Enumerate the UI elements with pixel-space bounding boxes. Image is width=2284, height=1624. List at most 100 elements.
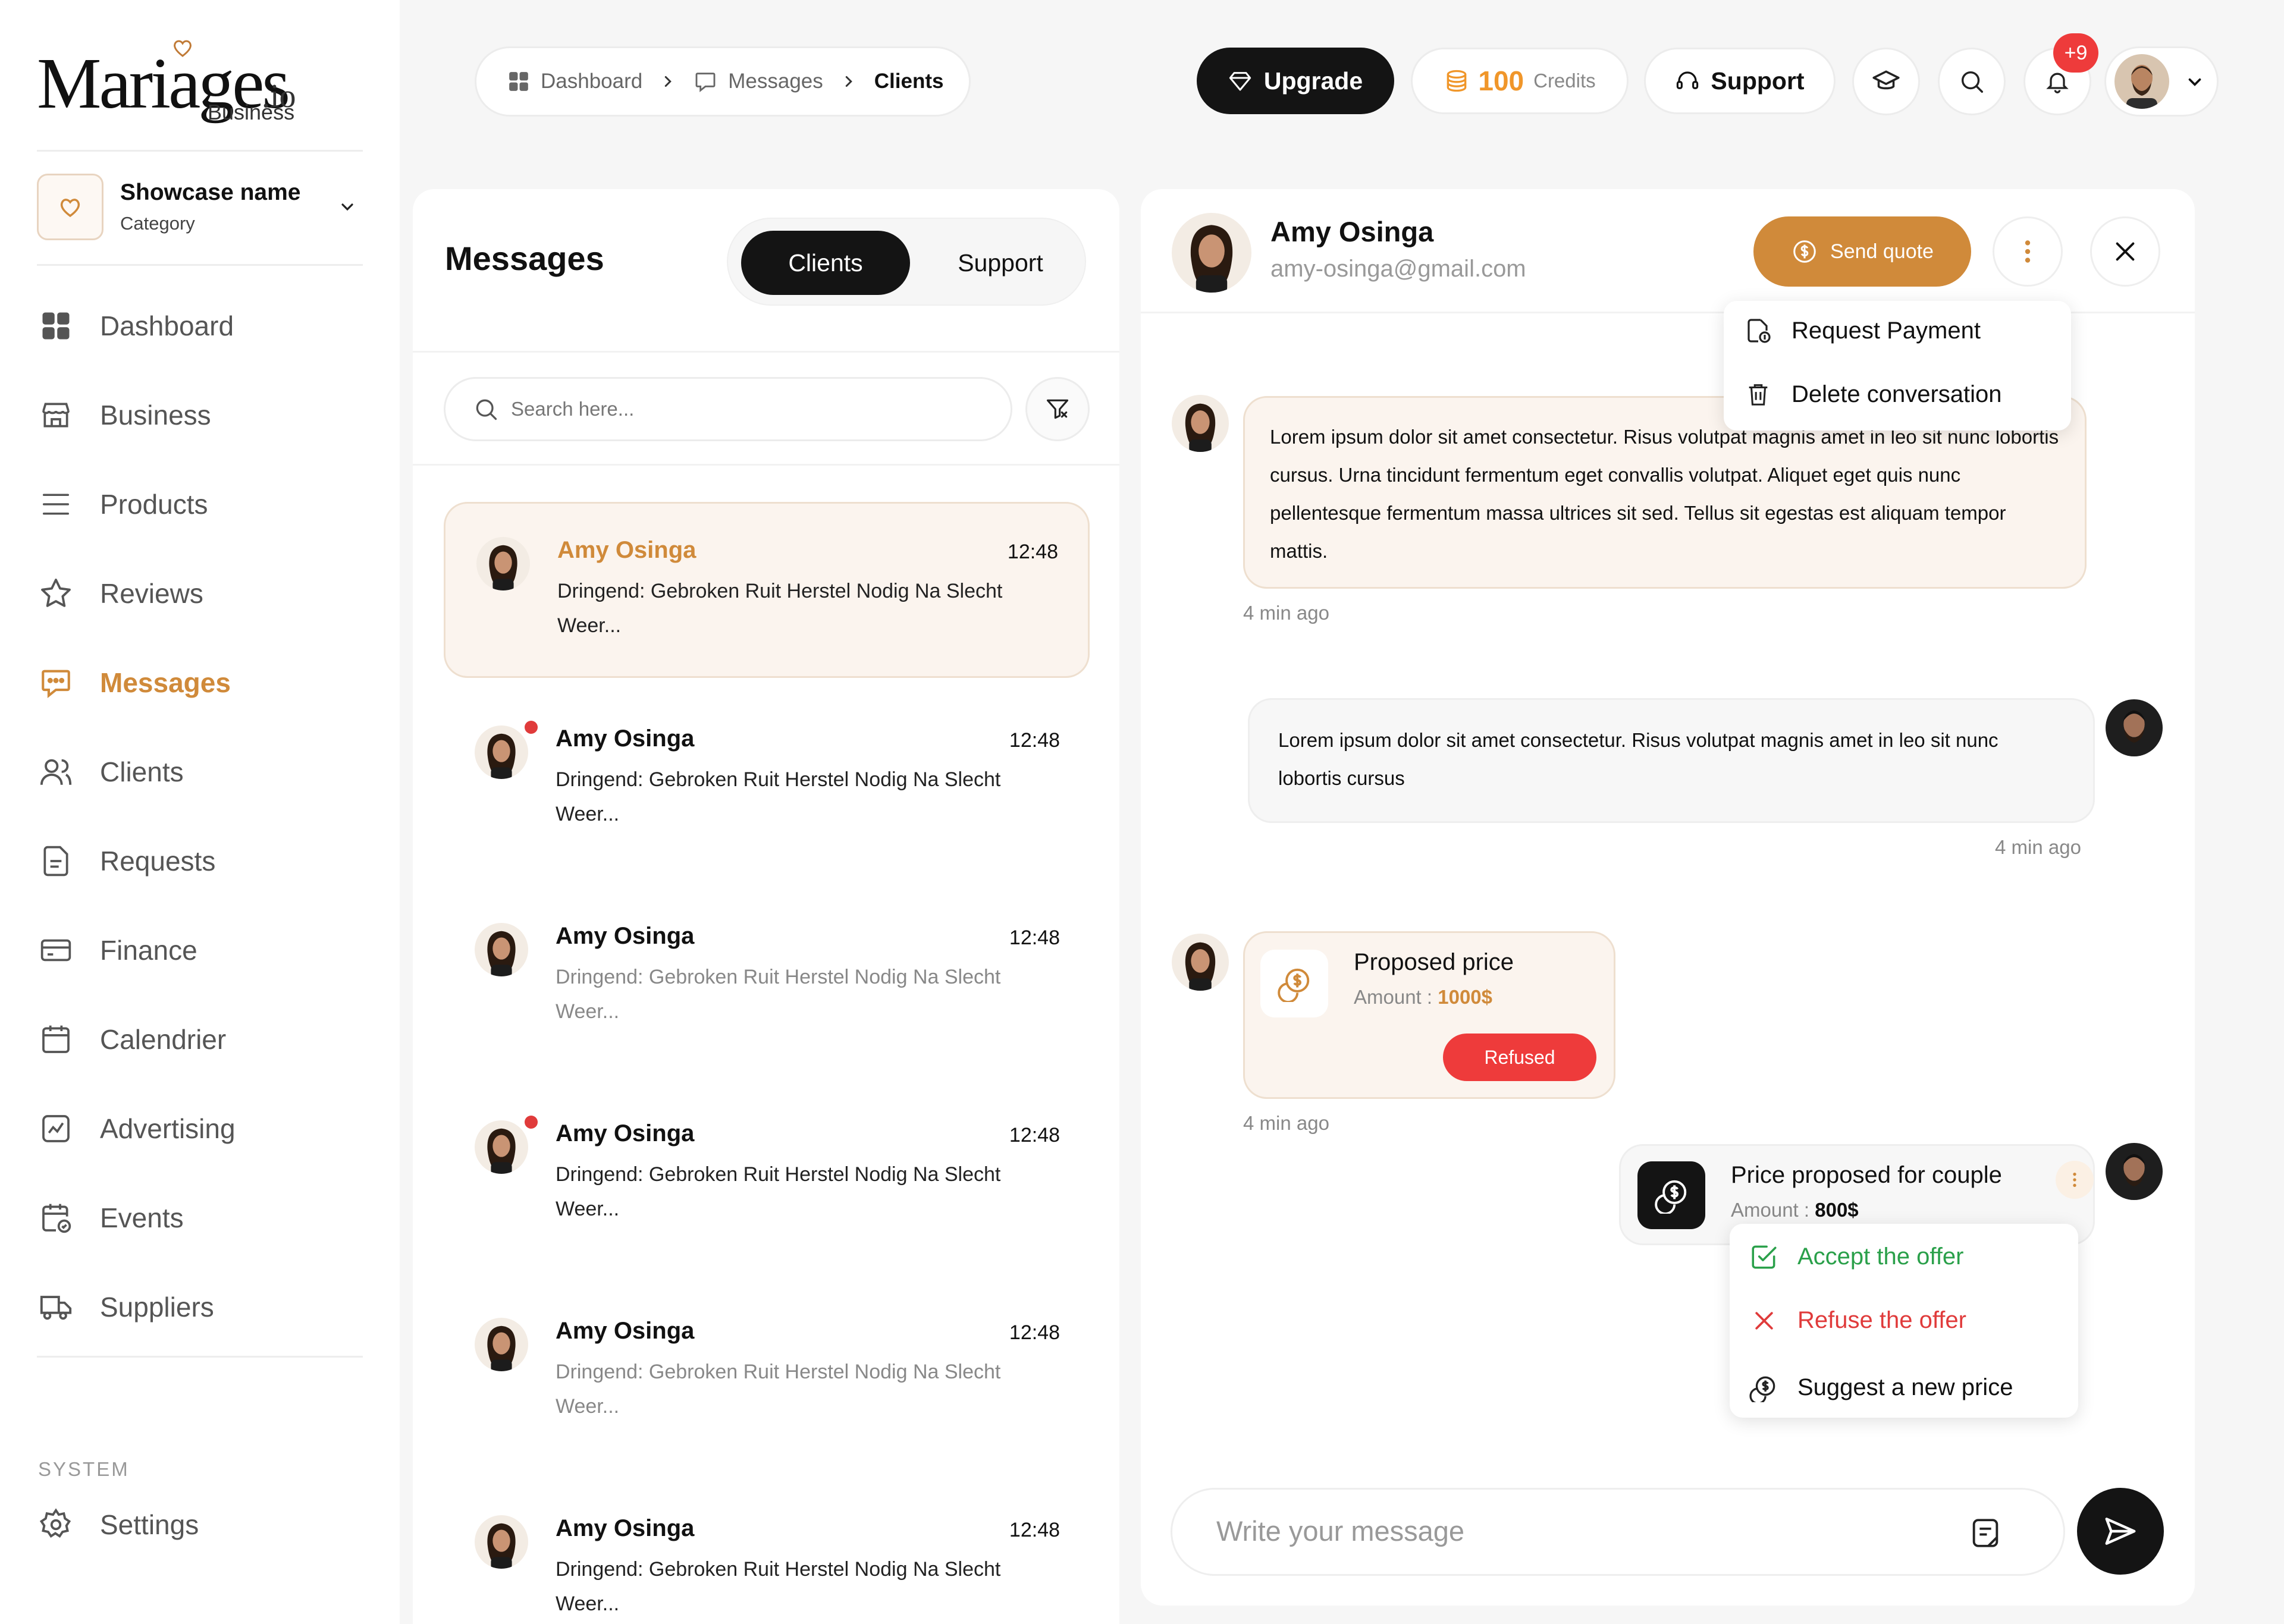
sidebar-item-clients[interactable]: Clients (38, 748, 371, 796)
credits-label: Credits (1533, 70, 1596, 92)
sidebar-item-label: Reviews (100, 578, 203, 609)
conversation-item[interactable]: Amy Osinga 12:48 Dringend: Gebroken Ruit H… (444, 692, 1090, 868)
close-icon (2116, 242, 2135, 261)
card-icon (40, 939, 71, 962)
conversation-time: 12:48 (1009, 1321, 1060, 1344)
offer-title: Price proposed for couple (1731, 1162, 2002, 1188)
more-options-button[interactable] (1993, 216, 2063, 287)
chat-icon (695, 73, 716, 92)
delete-conversation-item[interactable]: Delete conversation (1742, 381, 2002, 408)
sidebar-item-finance[interactable]: Finance (38, 926, 371, 974)
tab-support[interactable]: Support (924, 231, 1077, 295)
unread-dot (525, 721, 538, 734)
filter-button[interactable] (1025, 377, 1090, 441)
sidebar-item-products[interactable]: Products (38, 480, 371, 528)
search-button[interactable] (1938, 48, 2006, 115)
woman-photo (475, 1318, 528, 1371)
conversation-preview: Dringend: Gebroken Ruit Herstel Nodig Na… (556, 1558, 1001, 1615)
close-button[interactable] (2090, 216, 2160, 287)
contact-avatar (475, 1318, 528, 1371)
messages-panel: Messages Clients Support Amy Osinga 12:48… (413, 189, 1119, 1624)
showcase-selector[interactable]: Showcase name Category (37, 174, 363, 241)
woman-photo (1172, 213, 1251, 293)
conversation-item[interactable]: Amy Osinga 12:48 Dringend: Gebroken Ruit H… (444, 1482, 1090, 1624)
support-button[interactable]: Support (1644, 48, 1836, 114)
sidebar-item-label: Messages (100, 667, 231, 698)
offer-amount-label: Amount : (1354, 986, 1438, 1008)
woman-photo (1172, 934, 1229, 991)
menu-label: Refuse the offer (1797, 1307, 1966, 1333)
conversation-preview: Dringend: Gebroken Ruit Herstel Nodig Na… (557, 580, 1003, 637)
woman-photo (1172, 395, 1229, 452)
brand-logo[interactable]: Mariages .io Business (37, 36, 305, 125)
accept-offer-item[interactable]: Accept the offer (1747, 1242, 1963, 1271)
upgrade-button[interactable]: Upgrade (1197, 48, 1394, 114)
calendar-check-icon (42, 1204, 71, 1233)
chat-panel: Amy Osinga amy-osinga@gmail.com Send quo… (1141, 189, 2195, 1606)
sidebar-item-business[interactable]: Business (38, 391, 371, 439)
contact-avatar (475, 923, 528, 976)
conversation-item[interactable]: Amy Osinga 12:48 Dringend: Gebroken Ruit H… (444, 890, 1090, 1066)
conversation-time: 12:48 (1009, 1124, 1060, 1146)
dashboard-icon (42, 312, 70, 340)
send-quote-button[interactable]: Send quote (1753, 216, 1971, 287)
contact-avatar (475, 725, 528, 779)
conversation-item[interactable]: Amy Osinga 12:48 Dringend: Gebroken Ruit H… (444, 1284, 1090, 1460)
chat-icon (42, 670, 70, 699)
chevron-down-icon (341, 203, 353, 211)
breadcrumb-item-messages[interactable]: Messages (694, 70, 823, 93)
woman-photo (475, 1515, 528, 1569)
message-input[interactable] (1216, 1515, 1930, 1547)
search-input[interactable] (511, 398, 868, 420)
showcase-category: Category (120, 213, 195, 234)
sidebar-item-suppliers[interactable]: Suppliers (38, 1283, 371, 1331)
more-vertical-icon (2025, 240, 2031, 263)
academy-button[interactable] (1852, 48, 1920, 115)
conversation-item[interactable]: Amy Osinga 12:48 Dringend: Gebroken Ruit H… (444, 502, 1090, 678)
credits-button[interactable]: 100 Credits (1411, 48, 1629, 114)
offer-title: Proposed price (1354, 949, 1514, 975)
conversation-name: Amy Osinga (556, 1318, 695, 1344)
showcase-avatar (37, 174, 103, 240)
chevron-right-icon (664, 76, 672, 87)
filter-icon (1046, 399, 1069, 419)
conversation-time: 12:48 (1007, 541, 1058, 563)
menu-lines-icon (42, 494, 70, 515)
sidebar-item-calendrier[interactable]: Calendrier (38, 1016, 371, 1063)
send-icon (2105, 1518, 2136, 1545)
request-payment-item[interactable]: Request Payment (1742, 316, 1981, 345)
calendar-icon (42, 1025, 70, 1053)
profile-menu[interactable] (2104, 46, 2219, 117)
message-text: Lorem ipsum dolor sit amet consectetur. … (1278, 729, 1999, 789)
contact-avatar-small (1172, 934, 1229, 991)
note-icon[interactable] (1968, 1516, 2003, 1550)
sidebar-item-requests[interactable]: Requests (38, 837, 371, 885)
sidebar-item-label: Requests (100, 846, 216, 877)
sidebar-item-label: Suppliers (100, 1292, 214, 1323)
conversation-time: 12:48 (1009, 1519, 1060, 1541)
conversation-name: Amy Osinga (556, 1515, 695, 1541)
menu-label: Delete conversation (1792, 381, 2002, 407)
message-composer (1171, 1488, 2065, 1576)
more-options-menu: Request Payment Delete conversation (1724, 301, 2071, 431)
offer-amount-line: Amount : 800$ (1731, 1199, 1859, 1221)
sidebar-item-settings[interactable]: Settings (38, 1501, 371, 1548)
breadcrumb-item-dashboard[interactable]: Dashboard (507, 70, 642, 93)
suggest-price-item[interactable]: Suggest a new price (1747, 1372, 2013, 1402)
sidebar-item-advertising[interactable]: Advertising (38, 1105, 371, 1152)
send-button[interactable] (2077, 1488, 2164, 1575)
breadcrumb-label: Dashboard (541, 70, 643, 93)
sidebar-item-dashboard[interactable]: Dashboard (38, 302, 371, 350)
chart-icon (42, 1115, 70, 1142)
conversation-item[interactable]: Amy Osinga 12:48 Dringend: Gebroken Ruit H… (444, 1087, 1090, 1263)
sidebar-item-messages[interactable]: Messages (38, 659, 371, 706)
tab-clients[interactable]: Clients (741, 231, 910, 295)
refuse-offer-item[interactable]: Refuse the offer (1747, 1307, 1966, 1334)
trash-icon (1749, 384, 1768, 406)
sidebar-item-events[interactable]: Events (38, 1194, 371, 1242)
dollar-coin-icon (1793, 240, 1816, 263)
headset-icon (1677, 71, 1699, 89)
offer-options-button[interactable] (2056, 1161, 2094, 1199)
sidebar-item-reviews[interactable]: Reviews (38, 570, 371, 617)
sidebar-item-label: Products (100, 489, 208, 520)
